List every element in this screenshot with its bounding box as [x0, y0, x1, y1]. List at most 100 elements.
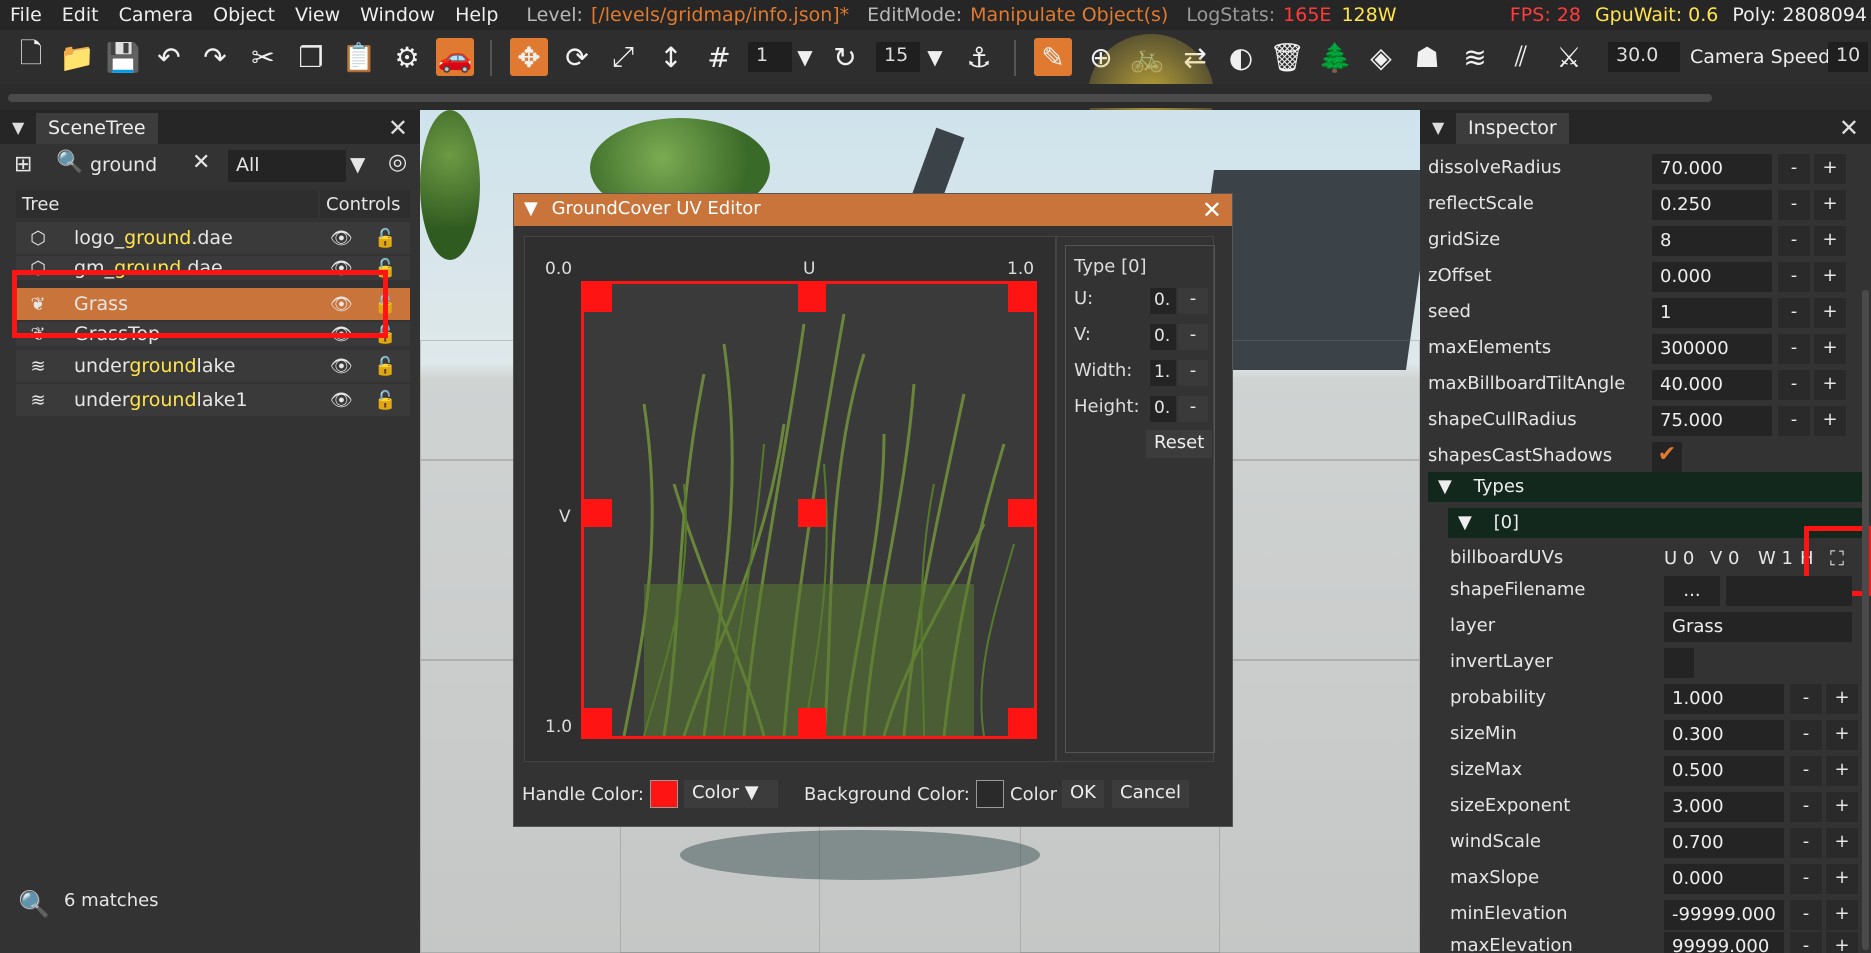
- eye-icon[interactable]: 👁: [330, 228, 353, 249]
- tree-row[interactable]: ≋ undergroundlake 👁 🔓: [16, 350, 410, 382]
- scenetree-tab[interactable]: SceneTree: [36, 113, 158, 144]
- decrement-button[interactable]: -: [1778, 406, 1810, 436]
- uv-handle-bottom-right[interactable]: [1008, 708, 1034, 736]
- menu-file[interactable]: File: [0, 4, 52, 26]
- prop-value[interactable]: 75.000: [1652, 406, 1772, 436]
- decrement-button[interactable]: -: [1778, 298, 1810, 328]
- layer-field[interactable]: Grass: [1664, 612, 1852, 642]
- logstats-errors[interactable]: 165E: [1283, 4, 1331, 26]
- lock-icon[interactable]: 🔓: [374, 390, 396, 411]
- object-icon[interactable]: ☗: [1408, 38, 1446, 76]
- uv-handle-bottom[interactable]: [798, 708, 826, 736]
- reset-button[interactable]: Reset: [1146, 430, 1213, 458]
- decrement-button[interactable]: -: [1790, 684, 1822, 714]
- eye-icon[interactable]: 👁: [330, 390, 353, 411]
- road-icon[interactable]: ⫽: [1502, 38, 1540, 76]
- uv-handle-center[interactable]: [798, 499, 826, 527]
- clear-search-icon[interactable]: ✕: [192, 150, 210, 175]
- paste-icon[interactable]: 📋: [340, 38, 378, 76]
- redo-icon[interactable]: ↷: [196, 38, 234, 76]
- v-decrement[interactable]: -: [1178, 324, 1208, 350]
- uv-selection-rect[interactable]: [581, 281, 1037, 739]
- types-group-header[interactable]: ▼ Types: [1428, 472, 1864, 502]
- toolbar-scrollbar-thumb[interactable]: [8, 94, 1712, 102]
- close-icon[interactable]: ✕: [1202, 196, 1222, 224]
- rotate-snap-icon[interactable]: ↻: [826, 38, 864, 76]
- invert-layer-checkbox[interactable]: [1664, 648, 1694, 678]
- uv-canvas[interactable]: 0.0 U 1.0 V 1.0: [524, 236, 1056, 762]
- handle-color-swatch[interactable]: [650, 780, 678, 808]
- decrement-button[interactable]: -: [1790, 756, 1822, 786]
- u-decrement[interactable]: -: [1178, 288, 1208, 314]
- menu-window[interactable]: Window: [350, 4, 445, 26]
- rotate-snap-field[interactable]: 15: [876, 42, 920, 72]
- scale-icon[interactable]: ⤢: [604, 38, 642, 76]
- height-field[interactable]: 0.: [1150, 396, 1176, 422]
- prop-value[interactable]: 70.000: [1652, 154, 1772, 184]
- increment-button[interactable]: +: [1814, 334, 1846, 364]
- menu-edit[interactable]: Edit: [52, 4, 109, 26]
- inspector-scrollbar[interactable]: [1862, 290, 1869, 950]
- terrain-snap-icon[interactable]: ⚓: [960, 38, 998, 76]
- cancel-button[interactable]: Cancel: [1112, 780, 1189, 808]
- increment-button[interactable]: +: [1826, 756, 1858, 786]
- grid-snap-icon[interactable]: #: [700, 38, 738, 76]
- radar-icon[interactable]: ◎: [388, 150, 407, 175]
- type0-group-header[interactable]: ▼ [0]: [1448, 508, 1864, 538]
- rotate-icon[interactable]: ⟳: [558, 38, 596, 76]
- menu-object[interactable]: Object: [203, 4, 285, 26]
- prop-value[interactable]: 1.000: [1664, 684, 1784, 714]
- increment-button[interactable]: +: [1814, 406, 1846, 436]
- background-color-swatch[interactable]: [976, 780, 1004, 808]
- ok-button[interactable]: OK: [1062, 780, 1104, 808]
- uv-handle-right[interactable]: [1008, 499, 1034, 527]
- increment-button[interactable]: +: [1826, 900, 1858, 930]
- handle-color-dropdown[interactable]: Color ▼: [684, 780, 778, 808]
- open-folder-icon[interactable]: 📁: [58, 38, 96, 76]
- close-icon[interactable]: ✕: [388, 114, 408, 142]
- lock-icon[interactable]: 🔓: [374, 228, 396, 249]
- snap-dropdown-icon[interactable]: ▼: [786, 38, 824, 76]
- prop-value[interactable]: 0.000: [1664, 864, 1784, 894]
- trash-icon[interactable]: 🗑: [1268, 38, 1306, 76]
- close-icon[interactable]: ✕: [1839, 114, 1859, 142]
- increment-button[interactable]: +: [1826, 684, 1858, 714]
- height-decrement[interactable]: -: [1178, 396, 1208, 422]
- increment-button[interactable]: +: [1814, 370, 1846, 400]
- increment-button[interactable]: +: [1814, 154, 1846, 184]
- eye-icon[interactable]: 👁: [330, 356, 353, 377]
- prop-value[interactable]: 1: [1652, 298, 1772, 328]
- prop-value[interactable]: -99999.000: [1664, 900, 1784, 930]
- new-file-icon[interactable]: 🗋: [12, 37, 50, 76]
- forest-icon[interactable]: 🌲: [1316, 38, 1354, 76]
- decrement-button[interactable]: -: [1778, 154, 1810, 184]
- save-icon[interactable]: 💾: [104, 38, 142, 76]
- prop-value[interactable]: 40.000: [1652, 370, 1772, 400]
- increment-button[interactable]: +: [1826, 792, 1858, 822]
- decrement-button[interactable]: -: [1790, 932, 1822, 953]
- decrement-button[interactable]: -: [1778, 262, 1810, 292]
- increment-button[interactable]: +: [1826, 828, 1858, 858]
- decrement-button[interactable]: -: [1778, 190, 1810, 220]
- vehicle-icon[interactable]: 🚗: [436, 38, 474, 76]
- prop-value[interactable]: 0.000: [1652, 262, 1772, 292]
- width-field[interactable]: 1.: [1150, 360, 1176, 386]
- filter-select[interactable]: All: [228, 150, 346, 182]
- decal-icon[interactable]: ◈: [1362, 38, 1400, 76]
- increment-button[interactable]: +: [1814, 262, 1846, 292]
- prop-value[interactable]: 0.300: [1664, 720, 1784, 750]
- shape-filename-field[interactable]: [1726, 576, 1852, 606]
- meshroad-icon[interactable]: ⚔: [1550, 38, 1588, 76]
- menu-view[interactable]: View: [285, 4, 350, 26]
- decrement-button[interactable]: -: [1790, 900, 1822, 930]
- prop-value[interactable]: 0.500: [1664, 756, 1784, 786]
- collapse-triangle-icon[interactable]: ▼: [524, 198, 538, 219]
- decrement-button[interactable]: -: [1778, 334, 1810, 364]
- filter-dropdown-icon[interactable]: ▼: [350, 152, 365, 176]
- checkmark-icon[interactable]: ✔: [1652, 442, 1682, 472]
- increment-button[interactable]: +: [1814, 226, 1846, 256]
- lock-icon[interactable]: 🔓: [374, 356, 396, 377]
- decrement-button[interactable]: -: [1790, 828, 1822, 858]
- rotate-dropdown-icon[interactable]: ▼: [916, 38, 954, 76]
- prop-value[interactable]: 99999.000: [1664, 932, 1784, 953]
